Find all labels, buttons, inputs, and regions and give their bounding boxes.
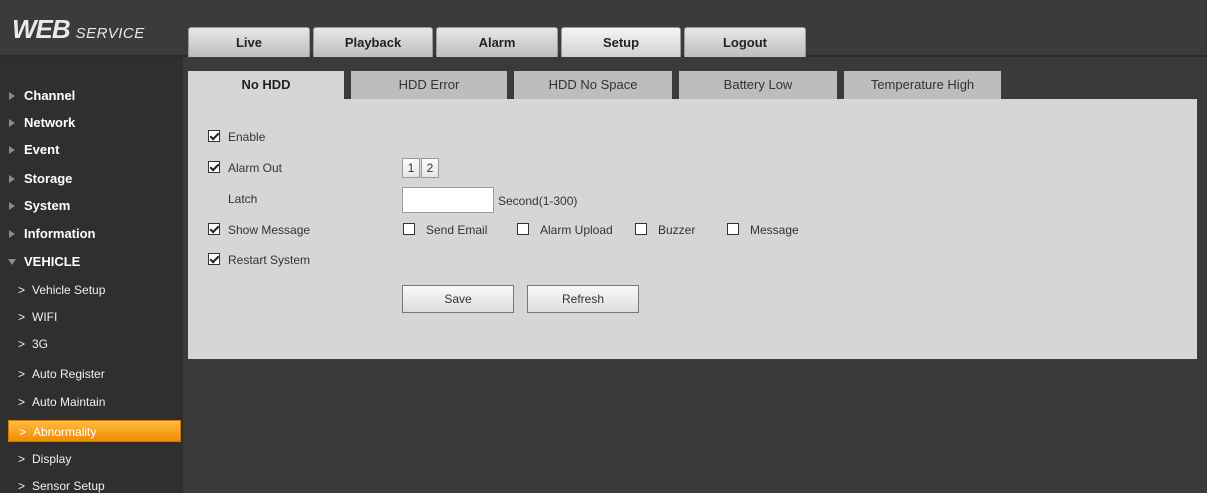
buzzer-checkbox[interactable] bbox=[635, 223, 647, 235]
sidebar-item-label: Channel bbox=[24, 88, 76, 103]
sidebar-subitem-label: Vehicle Setup bbox=[32, 283, 106, 297]
alarm-upload-checkbox[interactable] bbox=[517, 223, 529, 235]
sidebar-item-event[interactable]: Event bbox=[0, 137, 183, 163]
sidebar-subitem-display[interactable]: > Display bbox=[8, 448, 181, 470]
latch-unit-label: Second(1-300) bbox=[498, 194, 578, 208]
latch-label: Latch bbox=[228, 192, 258, 206]
sidebar-subitem-sensor-setup[interactable]: > Sensor Setup bbox=[8, 475, 181, 493]
sidebar-item-information[interactable]: Information bbox=[0, 221, 183, 247]
buzzer-label: Buzzer bbox=[658, 223, 696, 237]
sidebar-subitem-label: Abnormality bbox=[33, 425, 97, 439]
show-message-row: Show Message Send Email Alarm Upload Buz… bbox=[208, 220, 908, 240]
header: WEB SERVICE Live Playback Alarm Setup Log… bbox=[0, 0, 1207, 57]
sidebar-subitem-wifi[interactable]: > WIFI bbox=[8, 306, 181, 328]
sidebar-item-label: Event bbox=[24, 142, 60, 157]
sidebar-item-system[interactable]: System bbox=[0, 193, 183, 219]
logo-main: WEB bbox=[12, 14, 71, 44]
abnormality-tabs: No HDD HDD Error HDD No Space Battery Lo… bbox=[188, 71, 1197, 99]
tab-setup[interactable]: Setup bbox=[561, 27, 681, 57]
enable-row: Enable bbox=[208, 127, 408, 147]
sidebar-item-label: Information bbox=[24, 226, 96, 241]
collapsed-triangle-icon bbox=[9, 175, 15, 183]
sidebar-subitem-auto-register[interactable]: > Auto Register bbox=[8, 363, 181, 385]
tab-playback[interactable]: Playback bbox=[313, 27, 433, 57]
collapsed-triangle-icon bbox=[9, 202, 15, 210]
chevron-right-icon: > bbox=[18, 395, 26, 409]
tab-live[interactable]: Live bbox=[188, 27, 310, 57]
sidebar-subitem-auto-maintain[interactable]: > Auto Maintain bbox=[8, 391, 181, 413]
sidebar-subitem-label: Auto Register bbox=[32, 367, 105, 381]
latch-row: Latch Second(1-300) bbox=[208, 187, 628, 215]
chevron-right-icon: > bbox=[18, 367, 26, 381]
alarm-out-row: Alarm Out 1 2 bbox=[208, 158, 508, 178]
logo: WEB SERVICE bbox=[12, 14, 145, 45]
alarm-out-checkbox[interactable] bbox=[208, 161, 220, 173]
show-message-checkbox[interactable] bbox=[208, 223, 220, 235]
alarm-out-label: Alarm Out bbox=[228, 161, 283, 175]
send-email-label: Send Email bbox=[426, 223, 488, 237]
sidebar-subitem-label: Auto Maintain bbox=[32, 395, 106, 409]
message-checkbox[interactable] bbox=[727, 223, 739, 235]
collapsed-triangle-icon bbox=[9, 230, 15, 238]
tab-hdd-error[interactable]: HDD Error bbox=[351, 71, 507, 99]
alarm-out-channel-2-button[interactable]: 2 bbox=[421, 158, 439, 178]
sidebar-item-network[interactable]: Network bbox=[0, 110, 183, 136]
tab-temperature-high[interactable]: Temperature High bbox=[844, 71, 1001, 99]
expanded-triangle-icon bbox=[8, 259, 16, 265]
logo-sub: SERVICE bbox=[75, 25, 145, 42]
chevron-right-icon: > bbox=[18, 283, 26, 297]
chevron-right-icon: > bbox=[18, 337, 26, 351]
collapsed-triangle-icon bbox=[9, 92, 15, 100]
message-label: Message bbox=[750, 223, 799, 237]
save-button[interactable]: Save bbox=[402, 285, 514, 313]
sidebar-subitem-vehicle-setup[interactable]: > Vehicle Setup bbox=[8, 279, 181, 301]
tab-hdd-no-space[interactable]: HDD No Space bbox=[514, 71, 672, 99]
enable-checkbox[interactable] bbox=[208, 130, 220, 142]
alarm-out-channel-1-button[interactable]: 1 bbox=[402, 158, 420, 178]
sidebar-subitem-label: Display bbox=[32, 452, 72, 466]
tab-no-hdd[interactable]: No HDD bbox=[188, 71, 344, 99]
chevron-right-icon: > bbox=[18, 452, 26, 466]
sidebar-item-storage[interactable]: Storage bbox=[0, 166, 183, 192]
sidebar-item-vehicle[interactable]: VEHICLE bbox=[0, 249, 183, 275]
sidebar-subitem-label: Sensor Setup bbox=[32, 479, 105, 493]
chevron-right-icon: > bbox=[18, 479, 26, 493]
sidebar: Channel Network Event Storage System Inf… bbox=[0, 57, 183, 493]
chevron-right-icon: > bbox=[19, 425, 27, 439]
latch-input[interactable] bbox=[402, 187, 494, 213]
restart-system-row: Restart System bbox=[208, 250, 408, 270]
sidebar-item-label: Network bbox=[24, 115, 76, 130]
alarm-upload-label: Alarm Upload bbox=[540, 223, 613, 237]
restart-system-label: Restart System bbox=[228, 253, 311, 267]
chevron-right-icon: > bbox=[18, 310, 26, 324]
refresh-button[interactable]: Refresh bbox=[527, 285, 639, 313]
restart-system-checkbox[interactable] bbox=[208, 253, 220, 265]
collapsed-triangle-icon bbox=[9, 146, 15, 154]
sidebar-subitem-label: WIFI bbox=[32, 310, 58, 324]
tab-alarm[interactable]: Alarm bbox=[436, 27, 558, 57]
sidebar-subitem-label: 3G bbox=[32, 337, 49, 351]
sidebar-subitem-abnormality[interactable]: > Abnormality bbox=[8, 420, 181, 442]
sidebar-item-channel[interactable]: Channel bbox=[0, 83, 183, 109]
sidebar-item-label: VEHICLE bbox=[24, 254, 81, 269]
sidebar-item-label: Storage bbox=[24, 171, 73, 186]
show-message-label: Show Message bbox=[228, 223, 311, 237]
settings-panel: Enable Alarm Out 1 2 Latch Second(1-300)… bbox=[188, 99, 1197, 359]
send-email-checkbox[interactable] bbox=[403, 223, 415, 235]
enable-label: Enable bbox=[228, 130, 266, 144]
sidebar-subitem-3g[interactable]: >3G bbox=[8, 333, 181, 355]
collapsed-triangle-icon bbox=[9, 119, 15, 127]
tab-logout[interactable]: Logout bbox=[684, 27, 806, 57]
tab-battery-low[interactable]: Battery Low bbox=[679, 71, 837, 99]
sidebar-item-label: System bbox=[24, 198, 71, 213]
